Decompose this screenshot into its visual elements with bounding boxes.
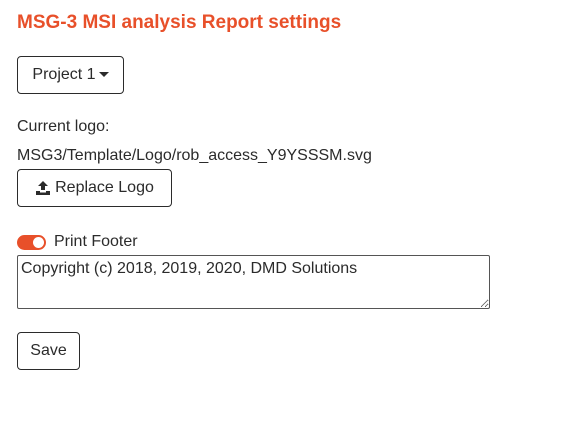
- footer-text-area[interactable]: Copyright (c) 2018, 2019, 2020, DMD Solu…: [17, 255, 490, 309]
- replace-logo-label: Replace Logo: [55, 179, 154, 196]
- caret-down-icon: [98, 71, 109, 77]
- replace-logo-button[interactable]: Replace Logo: [17, 169, 172, 207]
- print-footer-label: Print Footer: [54, 233, 138, 250]
- project-dropdown-button[interactable]: Project 1: [17, 56, 124, 94]
- upload-icon: [35, 180, 51, 196]
- print-footer-toggle[interactable]: [17, 234, 46, 250]
- project-dropdown-label: Project 1: [32, 66, 96, 83]
- print-footer-row: Print Footer: [17, 233, 138, 251]
- save-button-label: Save: [30, 342, 67, 359]
- toggle-knob: [33, 236, 44, 248]
- current-logo-label: Current logo:: [17, 118, 110, 135]
- page-title: MSG-3 MSI analysis Report settings: [17, 12, 342, 33]
- current-logo-path: MSG3/Template/Logo/rob_access_Y9YSSSM.sv…: [17, 147, 372, 164]
- save-button[interactable]: Save: [17, 332, 80, 370]
